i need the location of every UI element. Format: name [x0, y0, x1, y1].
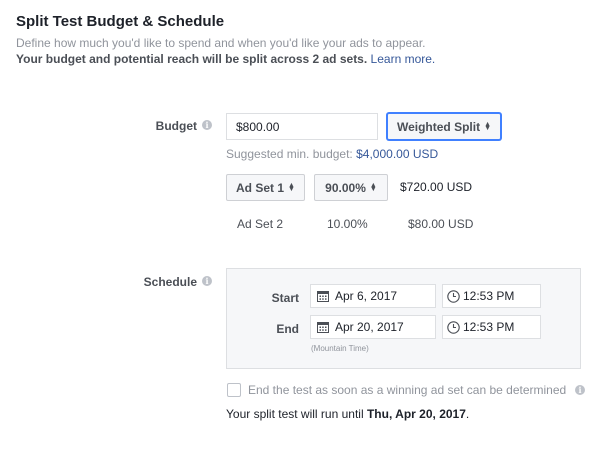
ad-set-2-amount: $80.00 USD [408, 217, 474, 231]
run-until-prefix: Your split test will run until [226, 407, 364, 421]
schedule-info-icon[interactable]: i [202, 276, 212, 286]
run-until-summary: Your split test will run until Thu, Apr … [226, 407, 469, 421]
run-until-date: Thu, Apr 20, 2017 [366, 407, 466, 421]
timezone-label: (Mountain Time) [311, 344, 369, 353]
sort-arrows-icon: ▲ ▼ [288, 181, 295, 193]
start-date-value: Apr 6, 2017 [335, 289, 398, 303]
clock-icon [447, 320, 460, 334]
ad-set-1-amount: $720.00 USD [400, 180, 473, 194]
split-note: Your budget and potential reach will be … [16, 52, 435, 66]
ad-set-1-percent-dropdown[interactable]: 90.00% ▲ ▼ [314, 174, 388, 201]
suggested-budget-label: Suggested min. budget: [226, 147, 353, 161]
budget-label: Budget [155, 119, 197, 133]
ad-set-1-label: Ad Set 1 [236, 180, 285, 195]
split-note-text: Your budget and potential reach will be … [16, 52, 368, 66]
run-until-suffix: . [465, 407, 470, 421]
end-time-input[interactable]: 12:53 PM [442, 315, 541, 339]
end-date-input[interactable]: Apr 20, 2017 [310, 315, 436, 339]
schedule-label: Schedule [143, 275, 197, 289]
ad-set-2-label: Ad Set 2 [237, 217, 284, 231]
ad-set-1-dropdown[interactable]: Ad Set 1 ▲ ▼ [226, 174, 305, 201]
calendar-icon [317, 322, 329, 333]
end-early-checkbox[interactable] [227, 383, 241, 397]
suggested-budget-value: $4,000.00 USD [356, 147, 439, 161]
section-description: Define how much you'd like to spend and … [16, 36, 426, 50]
end-early-info-icon[interactable]: i [575, 385, 585, 395]
start-label: Start [271, 291, 299, 305]
sort-arrows-icon: ▲ ▼ [484, 120, 492, 132]
budget-amount-value: $800.00 [236, 119, 280, 134]
ad-set-2-percent: 10.00% [327, 217, 368, 231]
budget-info-icon[interactable]: i [202, 120, 212, 130]
end-time-value: 12:53 PM [463, 320, 515, 334]
end-date-value: Apr 20, 2017 [335, 320, 404, 334]
weighted-split-label: Weighted Split [396, 119, 481, 134]
budget-amount-input[interactable]: $800.00 [226, 113, 378, 140]
end-early-label: End the test as soon as a winning ad set… [248, 383, 567, 397]
learn-more-link[interactable]: Learn more. [371, 52, 436, 66]
start-time-value: 12:53 PM [463, 289, 515, 303]
ad-set-1-percent: 90.00% [325, 180, 366, 195]
end-label: End [276, 322, 299, 336]
start-date-input[interactable]: Apr 6, 2017 [310, 284, 436, 308]
weighted-split-button[interactable]: Weighted Split ▲ ▼ [387, 113, 501, 140]
clock-icon [447, 289, 460, 303]
sort-arrows-icon: ▲ ▼ [369, 181, 377, 193]
suggested-budget: Suggested min. budget: $4,000.00 USD [226, 147, 438, 161]
calendar-icon [317, 291, 329, 302]
section-title: Split Test Budget & Schedule [16, 13, 225, 30]
start-time-input[interactable]: 12:53 PM [442, 284, 541, 308]
